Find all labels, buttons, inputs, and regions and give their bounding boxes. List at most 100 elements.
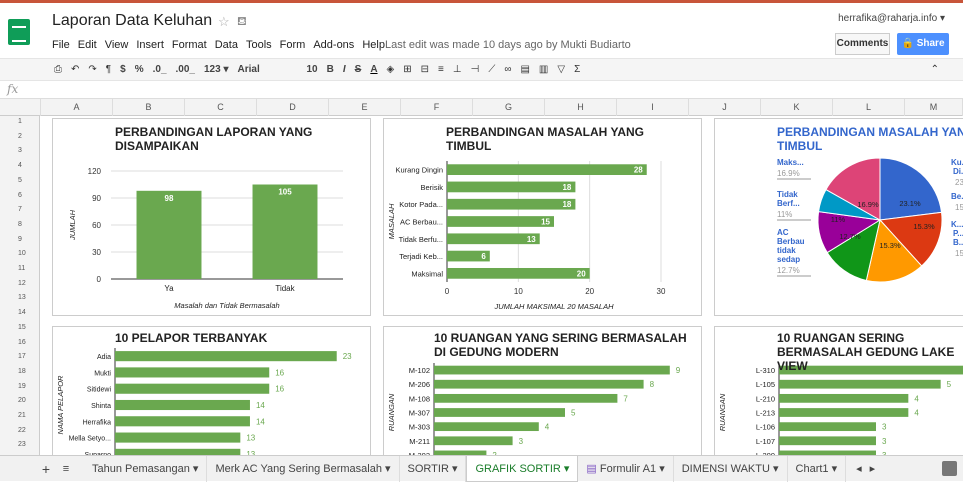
- row-header[interactable]: 10: [0, 248, 40, 260]
- col-l[interactable]: L: [833, 99, 905, 116]
- menu-form[interactable]: Form: [280, 39, 306, 51]
- menu-edit[interactable]: Edit: [78, 39, 97, 51]
- sheet-tab[interactable]: DIMENSI WAKTU ▾: [674, 455, 788, 482]
- col-i[interactable]: I: [617, 99, 689, 116]
- sheet-tab[interactable]: ▤ Formulir A1 ▾: [578, 455, 674, 482]
- merge-icon[interactable]: ⊟: [421, 64, 429, 75]
- text-color-icon[interactable]: A: [370, 64, 377, 75]
- row-header[interactable]: 19: [0, 381, 40, 393]
- redo-icon[interactable]: ↷: [88, 64, 96, 75]
- row-header[interactable]: 3: [0, 145, 40, 157]
- col-j[interactable]: J: [689, 99, 761, 116]
- menu-file[interactable]: File: [52, 39, 70, 51]
- align-bottom-icon[interactable]: ⊥: [453, 64, 462, 75]
- user-account[interactable]: herrafika@raharja.info ▾: [838, 13, 945, 24]
- sheet-tab-active[interactable]: GRAFIK SORTIR ▾: [466, 455, 579, 482]
- row-header[interactable]: 23: [0, 439, 40, 451]
- col-e[interactable]: E: [329, 99, 401, 116]
- rotate-icon[interactable]: ⟋: [488, 64, 495, 75]
- decrease-decimal-button[interactable]: .0_: [153, 64, 167, 75]
- menu-addons[interactable]: Add-ons: [313, 39, 354, 51]
- col-a[interactable]: A: [41, 99, 113, 116]
- row-header[interactable]: 6: [0, 190, 40, 202]
- wrap-icon[interactable]: ⊣: [471, 64, 480, 75]
- chart-masalah-pie[interactable]: PERBANDINGAN MASALAH YANG TIMBUL 23.1% 15…: [714, 118, 963, 316]
- share-button[interactable]: 🔒 Share: [897, 33, 949, 55]
- undo-icon[interactable]: ↶: [71, 64, 79, 75]
- col-k[interactable]: K: [761, 99, 833, 116]
- font-select[interactable]: Arial: [238, 64, 298, 75]
- add-sheet-icon[interactable]: +: [36, 461, 56, 477]
- number-format-button[interactable]: 123 ▾: [204, 64, 229, 75]
- menu-view[interactable]: View: [105, 39, 129, 51]
- borders-icon[interactable]: ⊞: [403, 64, 411, 75]
- corner-cell[interactable]: [0, 99, 41, 116]
- chart-ruangan-modern[interactable]: 10 RUANGAN YANG SERING BERMASALAH DI GED…: [383, 326, 702, 462]
- row-header[interactable]: 11: [0, 263, 40, 275]
- menu-format[interactable]: Format: [172, 39, 207, 51]
- increase-decimal-button[interactable]: .00_: [176, 64, 195, 75]
- row-header[interactable]: 16: [0, 337, 40, 349]
- col-f[interactable]: F: [401, 99, 473, 116]
- row-header[interactable]: 13: [0, 292, 40, 304]
- align-left-icon[interactable]: ≡: [438, 64, 444, 75]
- col-m[interactable]: M: [905, 99, 963, 116]
- col-g[interactable]: G: [473, 99, 545, 116]
- chart-ruangan-lakeview[interactable]: 10 RUANGAN SERING BERMASALAH GEDUNG LAKE…: [714, 326, 963, 462]
- row-header[interactable]: 22: [0, 425, 40, 437]
- bold-icon[interactable]: B: [327, 64, 334, 75]
- row-header[interactable]: 18: [0, 366, 40, 378]
- row-header[interactable]: 12: [0, 278, 40, 290]
- row-header[interactable]: 7: [0, 204, 40, 216]
- star-icon[interactable]: ☆: [218, 14, 230, 30]
- row-header[interactable]: 14: [0, 307, 40, 319]
- print-icon[interactable]: ⎙: [54, 64, 62, 75]
- formula-bar[interactable]: fx: [0, 81, 963, 99]
- link-icon[interactable]: ∞: [504, 64, 511, 75]
- menu-data[interactable]: Data: [215, 39, 238, 51]
- doc-title[interactable]: Laporan Data Keluhan: [52, 12, 212, 30]
- tab-scroll-arrows[interactable]: ◂▸: [856, 462, 883, 475]
- row-header[interactable]: 17: [0, 351, 40, 363]
- folder-icon[interactable]: ⛾: [237, 14, 247, 30]
- menu-help[interactable]: Help: [362, 39, 385, 51]
- italic-icon[interactable]: I: [343, 64, 346, 75]
- menu-tools[interactable]: Tools: [246, 39, 272, 51]
- row-header[interactable]: 15: [0, 322, 40, 334]
- row-header[interactable]: 8: [0, 219, 40, 231]
- col-h[interactable]: H: [545, 99, 617, 116]
- chart-laporan[interactable]: PERBANDINGAN LAPORAN YANG DISAMPAIKAN 0 3…: [52, 118, 371, 316]
- col-d[interactable]: D: [257, 99, 329, 116]
- sheet-tab[interactable]: Merk AC Yang Sering Bermasalah ▾: [207, 455, 400, 482]
- currency-button[interactable]: $: [120, 64, 126, 75]
- font-size-select[interactable]: 10: [307, 64, 318, 75]
- chart-masalah-bar[interactable]: PERBANDINGAN MASALAH YANG TIMBUL 0 10 20 30…: [383, 118, 702, 316]
- last-edit-link[interactable]: Last edit was made 10 days ago by Mukti …: [385, 39, 631, 51]
- col-c[interactable]: C: [185, 99, 257, 116]
- chart-pelapor[interactable]: 10 PELAPOR TERBANYAK Adia 23 Mukti 16 Sitide…: [52, 326, 371, 462]
- row-header[interactable]: 21: [0, 410, 40, 422]
- menu-insert[interactable]: Insert: [136, 39, 164, 51]
- collapse-chevron-icon[interactable]: ⌃: [931, 64, 939, 75]
- sheet-tab[interactable]: Tahun Pemasangan ▾: [84, 455, 208, 482]
- strikethrough-icon[interactable]: S: [355, 64, 362, 75]
- comments-button[interactable]: Comments: [835, 33, 890, 55]
- chart-icon[interactable]: ▥: [539, 64, 548, 75]
- row-header[interactable]: 1: [0, 116, 40, 128]
- col-b[interactable]: B: [113, 99, 185, 116]
- fill-color-icon[interactable]: ◈: [387, 64, 395, 75]
- sheets-logo-icon[interactable]: [8, 19, 30, 45]
- row-header[interactable]: 9: [0, 234, 40, 246]
- row-header[interactable]: 20: [0, 395, 40, 407]
- comment-icon[interactable]: ▤: [520, 64, 529, 75]
- functions-icon[interactable]: Σ: [574, 64, 580, 75]
- row-header[interactable]: 4: [0, 160, 40, 172]
- sheet-grid[interactable]: PERBANDINGAN LAPORAN YANG DISAMPAIKAN 0 3…: [41, 116, 963, 462]
- sheet-tab[interactable]: Chart1 ▾: [788, 455, 847, 482]
- paint-format-icon[interactable]: ¶: [106, 64, 111, 75]
- row-header[interactable]: 5: [0, 175, 40, 187]
- sheet-tab[interactable]: SORTIR ▾: [400, 455, 467, 482]
- sheet-list-icon[interactable]: ≡: [56, 463, 76, 475]
- percent-button[interactable]: %: [135, 64, 144, 75]
- filter-icon[interactable]: ▽: [557, 64, 565, 75]
